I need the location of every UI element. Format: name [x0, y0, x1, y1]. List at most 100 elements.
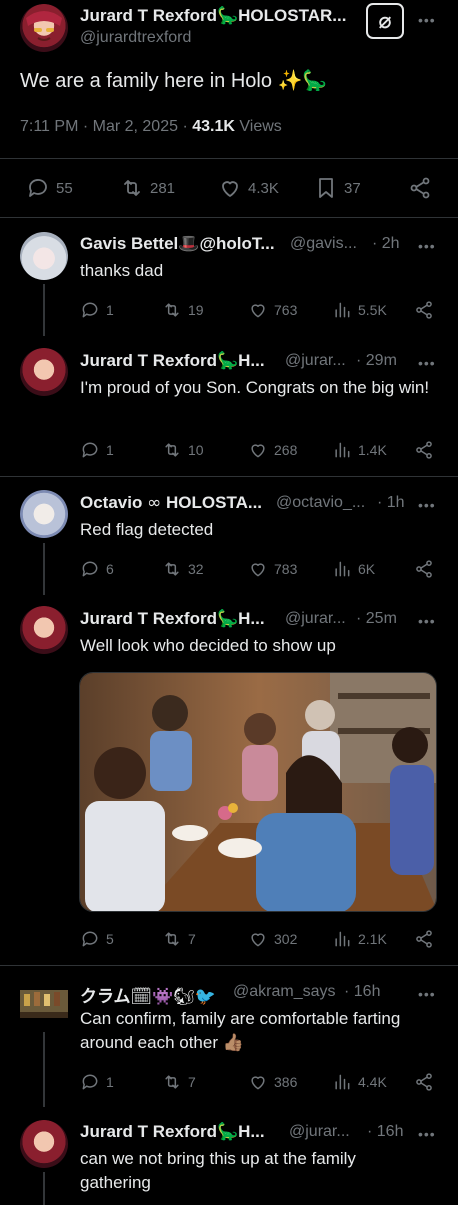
like-count: 783	[274, 561, 298, 577]
reply-button[interactable]: 1	[80, 300, 114, 320]
share-button[interactable]	[414, 300, 434, 320]
post-timestamp[interactable]: 7:11 PM · Mar 2, 2025 ·	[20, 118, 188, 135]
reply-handle[interactable]: @akram_says	[233, 983, 336, 1001]
post-text: We are a family here in Holo ✨🦕	[20, 70, 328, 92]
like-button[interactable]: 763	[248, 300, 297, 320]
reply-author[interactable]: Gavis Bettel🎩@holoT...	[80, 234, 275, 254]
views-icon	[335, 931, 350, 947]
bookmark-count: 37	[344, 179, 361, 197]
attached-photo[interactable]	[79, 672, 437, 912]
repost-button[interactable]: 19	[162, 300, 204, 320]
reply-count: 1	[106, 1074, 114, 1090]
views-button[interactable]: 2.1K	[332, 929, 387, 949]
reply-handle[interactable]: @octavio_...	[276, 494, 365, 512]
reply-author[interactable]: Jurard T Rexford🦕H...	[80, 609, 265, 629]
views-button[interactable]: 4.4K	[332, 1072, 387, 1092]
like-button[interactable]: 386	[248, 1072, 297, 1092]
reply-text: thanks dad	[80, 261, 164, 280]
share-icon	[416, 441, 432, 459]
repost-button[interactable]: 7	[162, 929, 196, 949]
reply-time[interactable]: · 16h	[344, 983, 380, 1001]
thread-line	[43, 1172, 45, 1205]
reply-button[interactable]: 6	[80, 559, 114, 579]
like-button[interactable]: 4.3K	[218, 176, 279, 200]
more-icon[interactable]: •••	[418, 12, 436, 28]
views-button[interactable]: 1.4K	[332, 440, 387, 460]
reply-time[interactable]: · 2h	[372, 235, 400, 253]
avatar[interactable]	[20, 606, 68, 654]
reply-author[interactable]: Jurard T Rexford🦕H...	[80, 1122, 265, 1142]
reply-author[interactable]: クラム🗓👾🐿🐦	[80, 982, 216, 1007]
like-count: 268	[274, 442, 298, 458]
reply-button[interactable]: 1	[80, 1072, 114, 1092]
more-icon[interactable]: •••	[418, 497, 436, 513]
views-button[interactable]: 5.5K	[332, 300, 387, 320]
reply-author[interactable]: Jurard T Rexford🦕H...	[80, 351, 265, 371]
more-icon[interactable]: •••	[418, 613, 436, 629]
author-name[interactable]: Jurard T Rexford🦕HOLOSTAR...	[80, 6, 346, 26]
reply-icon	[82, 302, 98, 318]
reply-button[interactable]: 55	[26, 176, 73, 200]
like-button[interactable]: 302	[248, 929, 297, 949]
share-button[interactable]	[414, 929, 434, 949]
share-button[interactable]	[414, 559, 434, 579]
views-count: 6K	[358, 561, 376, 577]
share-button[interactable]	[408, 176, 432, 200]
reply-time[interactable]: · 1h	[377, 494, 405, 512]
repost-button[interactable]: 10	[162, 440, 204, 460]
share-icon	[416, 930, 432, 948]
reply-handle[interactable]: @gavis...	[290, 235, 357, 253]
reply-handle[interactable]: @jurar...	[285, 610, 346, 628]
repost-icon	[165, 303, 179, 317]
reply-time[interactable]: · 16h	[367, 1123, 403, 1141]
repost-button[interactable]: 32	[162, 559, 204, 579]
dino-emoji: 🦕	[216, 6, 239, 26]
avatar[interactable]	[20, 232, 68, 280]
like-button[interactable]: 783	[248, 559, 297, 579]
more-icon[interactable]: •••	[418, 355, 436, 371]
reply-author-suffix: H...	[238, 609, 265, 628]
reply-count: 5	[106, 931, 114, 947]
reply-author-suffix: H...	[238, 351, 265, 370]
repost-button[interactable]: 281	[120, 176, 175, 200]
avatar[interactable]	[20, 980, 68, 1028]
like-icon	[251, 304, 265, 318]
views-button[interactable]: 6K	[332, 559, 375, 579]
avatar[interactable]	[20, 490, 68, 538]
avatar[interactable]	[20, 4, 68, 52]
more-icon[interactable]: •••	[418, 986, 436, 1002]
bookmark-button[interactable]: 37	[314, 176, 361, 200]
repost-button[interactable]: 7	[162, 1072, 196, 1092]
repost-count: 281	[150, 179, 176, 197]
reply-author-name: Octavio	[80, 493, 143, 512]
share-icon	[416, 301, 432, 319]
share-button[interactable]	[414, 1072, 434, 1092]
avatar[interactable]	[20, 348, 68, 396]
avatar[interactable]	[20, 1120, 68, 1168]
reply-handle[interactable]: @jurar...	[285, 352, 346, 370]
like-count: 763	[274, 302, 298, 318]
reply-handle[interactable]: @jurar...	[289, 1123, 350, 1141]
like-button[interactable]: 268	[248, 440, 297, 460]
reply-icon	[82, 561, 98, 577]
author-handle[interactable]: @jurardtrexford	[80, 29, 191, 47]
reply-time[interactable]: · 25m	[356, 610, 397, 628]
repost-count: 10	[188, 442, 204, 458]
more-icon[interactable]: •••	[418, 238, 436, 254]
views-count: 5.5K	[358, 302, 387, 318]
reply-author-name: Jurard T Rexford	[80, 1122, 217, 1141]
reply-time[interactable]: · 29m	[356, 352, 397, 370]
thread-line	[43, 284, 45, 336]
like-icon	[222, 181, 238, 197]
reply-author-name: Jurard T Rexford	[80, 351, 217, 370]
reply-button[interactable]: 1	[80, 440, 114, 460]
subscribe-button[interactable]: ⌀	[366, 3, 404, 39]
share-button[interactable]	[414, 440, 434, 460]
reply-button[interactable]: 5	[80, 929, 114, 949]
views-label: Views	[239, 118, 282, 135]
family-dinner-photo	[80, 673, 436, 911]
more-icon[interactable]: •••	[418, 1126, 436, 1142]
reply-text: Well look who decided to show up	[80, 636, 336, 655]
reply-author[interactable]: Octavio ∞ HOLOSTA...	[80, 493, 262, 513]
share-icon	[416, 1073, 432, 1091]
